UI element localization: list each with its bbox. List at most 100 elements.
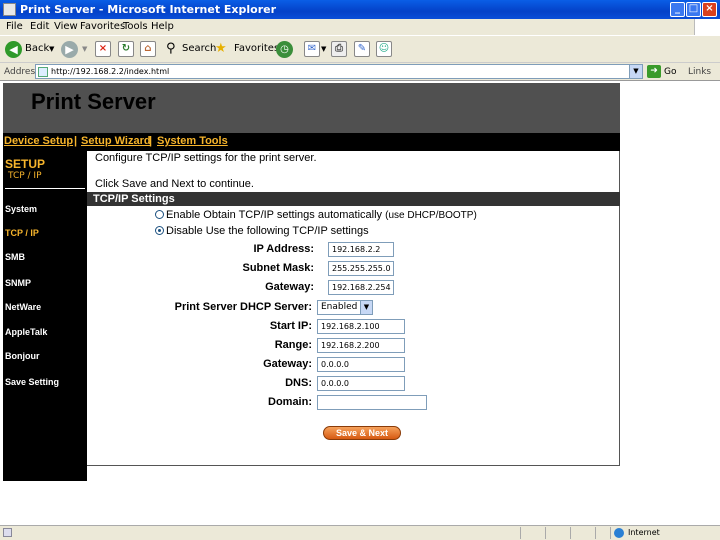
address-url: http://192.168.2.2/index.html xyxy=(51,67,170,76)
sidebar-subtitle: TCP / IP xyxy=(8,171,42,181)
dhcp-server-label: Print Server DHCP Server: xyxy=(174,301,312,313)
close-button[interactable]: × xyxy=(702,2,717,17)
nav-setup-wizard[interactable]: Setup Wizard xyxy=(81,135,151,147)
forward-dropdown-icon[interactable]: ▼ xyxy=(82,40,87,58)
favorites-star-icon[interactable]: ★ xyxy=(215,40,227,58)
address-dropdown-icon[interactable]: ▼ xyxy=(629,65,642,78)
sidebar-item-snmp[interactable]: SNMP xyxy=(5,278,31,288)
dhcp-gateway-input[interactable]: 0.0.0.0 xyxy=(317,357,405,372)
sidebar-item-netware[interactable]: NetWare xyxy=(5,302,41,312)
menu-view[interactable]: View xyxy=(54,21,78,32)
gateway-input[interactable]: 192.168.2.254 xyxy=(328,280,394,295)
nav-separator: | xyxy=(149,135,153,147)
page-status-icon xyxy=(3,528,12,537)
refresh-icon[interactable]: ↻ xyxy=(118,41,134,57)
security-zone: Internet xyxy=(628,528,660,537)
radio-auto-label: Enable Obtain TCP/IP settings automatica… xyxy=(166,209,383,221)
menu-help[interactable]: Help xyxy=(151,21,174,32)
status-divider xyxy=(570,527,571,539)
messenger-icon[interactable]: ☺ xyxy=(376,41,392,57)
sidebar-item-system[interactable]: System xyxy=(5,204,37,214)
dhcp-server-select[interactable]: Enabled ▼ xyxy=(317,300,373,315)
menu-edit[interactable]: Edit xyxy=(30,21,49,32)
subnet-mask-input[interactable]: 255.255.255.0 xyxy=(328,261,394,276)
edit-icon[interactable]: ✎ xyxy=(354,41,370,57)
ip-address-label: IP Address: xyxy=(253,243,314,255)
address-input[interactable]: http://192.168.2.2/index.html ▼ xyxy=(35,64,643,79)
radio-manual[interactable] xyxy=(155,226,164,235)
nav-system-tools[interactable]: System Tools xyxy=(157,135,228,147)
radio-auto[interactable] xyxy=(155,210,164,219)
radio-auto-row[interactable]: Enable Obtain TCP/IP settings automatica… xyxy=(155,209,477,221)
domain-input[interactable] xyxy=(317,395,427,410)
start-ip-input[interactable]: 192.168.2.100 xyxy=(317,319,405,334)
maximize-button[interactable]: □ xyxy=(686,2,701,17)
dns-label: DNS: xyxy=(285,377,312,389)
section-header: TCP/IP Settings xyxy=(87,192,620,206)
sidebar-title: SETUP xyxy=(5,157,46,171)
go-arrow-icon[interactable]: ➜ xyxy=(647,65,661,78)
sidebar-item-appletalk[interactable]: AppleTalk xyxy=(5,327,47,337)
nav-device-setup[interactable]: Device Setup xyxy=(4,135,73,147)
history-icon[interactable]: ◷ xyxy=(276,41,293,58)
back-button-label[interactable]: Back xyxy=(25,40,49,58)
address-bar: Address http://192.168.2.2/index.html ▼ … xyxy=(0,62,720,80)
status-divider xyxy=(545,527,546,539)
print-icon[interactable]: ⎙ xyxy=(331,41,347,57)
instruction-text: Click Save and Next to continue. xyxy=(95,178,254,190)
search-button-label[interactable]: Search xyxy=(182,40,216,58)
radio-manual-label: Disable Use the following TCP/IP setting… xyxy=(166,225,369,237)
search-icon[interactable]: ⚲ xyxy=(166,40,176,58)
forward-arrow-icon[interactable]: ▶ xyxy=(61,41,78,58)
window-title: Print Server - Microsoft Internet Explor… xyxy=(20,3,277,16)
dns-input[interactable]: 0.0.0.0 xyxy=(317,376,405,391)
domain-label: Domain: xyxy=(268,396,312,408)
dhcp-server-value: Enabled xyxy=(321,302,358,312)
dhcp-gateway-label: Gateway: xyxy=(263,358,312,370)
page-icon xyxy=(38,67,48,77)
status-divider xyxy=(520,527,521,539)
go-button-label[interactable]: Go xyxy=(664,67,676,77)
window-title-bar: Print Server - Microsoft Internet Explor… xyxy=(0,0,720,19)
nav-separator: | xyxy=(74,135,78,147)
links-button[interactable]: Links xyxy=(688,67,711,77)
mail-dropdown-icon[interactable]: ▼ xyxy=(321,40,326,58)
range-input[interactable]: 192.168.2.200 xyxy=(317,338,405,353)
content-panel: Configure TCP/IP settings for the print … xyxy=(87,151,620,466)
page-viewport: Print Server Device Setup | Setup Wizard… xyxy=(0,80,720,525)
sidebar-item-bonjour[interactable]: Bonjour xyxy=(5,351,40,361)
mail-icon[interactable]: ✉ xyxy=(304,41,320,57)
menu-favorites[interactable]: Favorites xyxy=(80,21,125,32)
back-arrow-icon[interactable]: ◀ xyxy=(5,41,22,58)
range-label: Range: xyxy=(274,339,312,351)
status-divider xyxy=(610,527,611,539)
top-nav: Device Setup | Setup Wizard | System Too… xyxy=(3,133,620,151)
sidebar-item-tcp-ip[interactable]: TCP / IP xyxy=(5,228,39,238)
ip-address-input[interactable]: 192.168.2.2 xyxy=(328,242,394,257)
description-text: Configure TCP/IP settings for the print … xyxy=(95,152,317,164)
gateway-label: Gateway: xyxy=(265,281,314,293)
sidebar-item-save-setting[interactable]: Save Setting xyxy=(5,377,59,387)
status-divider xyxy=(595,527,596,539)
windows-logo-icon xyxy=(694,19,720,35)
page-title: Print Server xyxy=(31,89,156,114)
sidebar-item-smb[interactable]: SMB xyxy=(5,252,25,262)
menu-tools[interactable]: Tools xyxy=(123,21,148,32)
status-bar: Internet xyxy=(0,525,720,540)
minimize-button[interactable]: _ xyxy=(670,2,685,17)
radio-manual-row[interactable]: Disable Use the following TCP/IP setting… xyxy=(155,225,369,237)
home-icon[interactable]: ⌂ xyxy=(140,41,156,57)
browser-toolbar: ◀ Back ▼ ▶ ▼ × ↻ ⌂ ⚲ Search ★ Favorites … xyxy=(0,35,720,62)
back-dropdown-icon[interactable]: ▼ xyxy=(49,40,54,58)
start-ip-label: Start IP: xyxy=(269,320,312,332)
chevron-down-icon[interactable]: ▼ xyxy=(360,301,372,314)
subnet-mask-label: Subnet Mask: xyxy=(242,262,314,274)
menu-bar: File Edit View Favorites Tools Help xyxy=(0,19,720,35)
save-next-button[interactable]: Save & Next xyxy=(323,426,401,440)
radio-auto-note: (use DHCP/BOOTP) xyxy=(385,210,477,221)
internet-globe-icon xyxy=(614,528,624,538)
ie-page-icon xyxy=(3,3,16,16)
stop-icon[interactable]: × xyxy=(95,41,111,57)
menu-file[interactable]: File xyxy=(6,21,23,32)
favorites-button-label[interactable]: Favorites xyxy=(234,40,279,58)
